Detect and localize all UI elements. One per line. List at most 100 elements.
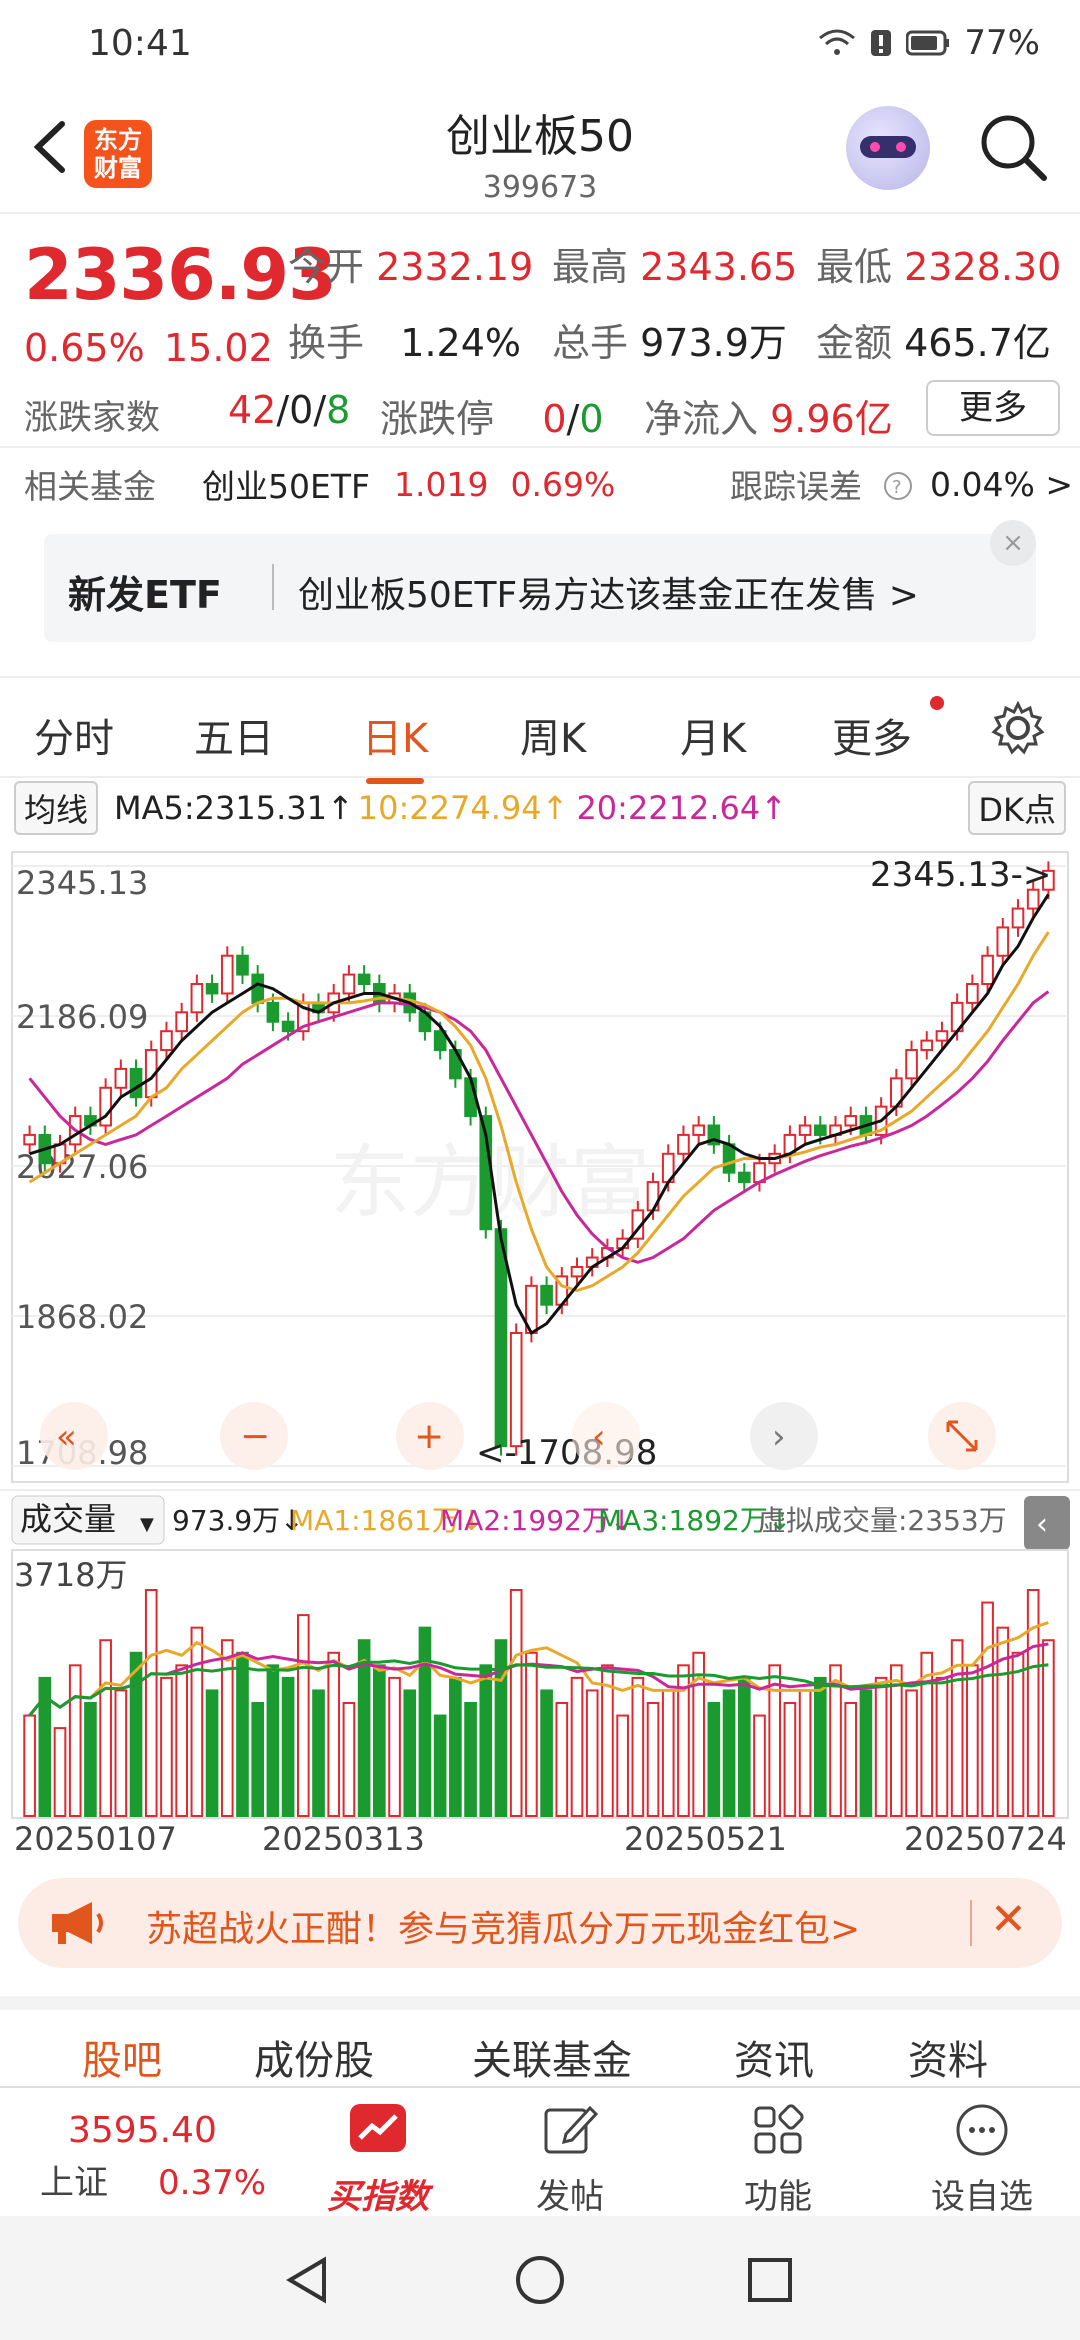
candle-body <box>813 1124 827 1136</box>
search-icon[interactable] <box>974 108 1054 188</box>
svg-text:+: + <box>414 1416 444 1457</box>
tab-daily-k[interactable]: 日K <box>362 706 428 784</box>
volume-bar <box>540 1689 553 1818</box>
tab-intraday[interactable]: 分时 <box>34 706 114 764</box>
candle-body <box>540 1284 553 1306</box>
tab-profile[interactable]: 资料 <box>908 2028 988 2086</box>
y-tick-label: 2186.09 <box>16 998 148 1036</box>
nav-home-icon[interactable] <box>514 2254 566 2306</box>
tab-monthly-k[interactable]: 月K <box>680 706 746 764</box>
candle-body <box>114 1067 128 1089</box>
promo-close-icon[interactable]: ✕ <box>990 1894 1027 1945</box>
volume-max-label: 3718万 <box>14 1556 127 1594</box>
volume-value: 973.9万↓ <box>172 1504 304 1537</box>
volume-bar <box>403 1689 417 1818</box>
scroll-right-button[interactable]: › <box>750 1402 818 1470</box>
volume-bar <box>23 1714 36 1817</box>
turnover-field: 换手 1.24% <box>288 321 521 365</box>
tab-more[interactable]: 更多 <box>832 706 912 764</box>
candle-body <box>1011 907 1025 929</box>
help-icon[interactable]: ? <box>882 470 914 502</box>
rewind-button[interactable]: « <box>40 1402 108 1470</box>
volume-bar <box>449 1676 462 1818</box>
max-price-label: 2345.13-> <box>870 855 1051 895</box>
tab-guba[interactable]: 股吧 <box>82 2028 162 2102</box>
tracking-error-value: 0.04% > <box>930 464 1073 504</box>
new-etf-banner[interactable]: 新发ETF 创业板50ETF易方达该基金正在发售 > × <box>44 520 1036 642</box>
tab-five-day[interactable]: 五日 <box>194 706 274 764</box>
ai-assistant-avatar-icon[interactable] <box>846 106 930 190</box>
volume-field: 总手 973.9万 <box>552 321 787 365</box>
volume-bar <box>236 1651 249 1817</box>
notification-dot <box>930 696 944 710</box>
svg-text:▼: ▼ <box>140 1514 154 1535</box>
kline-chart[interactable]: 东方财富 2345.132186.092027.061868.021708.98… <box>0 850 1080 1850</box>
candle-body <box>205 983 219 995</box>
volume-bar <box>768 1664 782 1817</box>
breadth-label: 涨跌家数 <box>24 398 160 438</box>
alert-icon <box>871 30 892 56</box>
scroll-left-button[interactable]: ‹ <box>572 1402 640 1470</box>
gear-icon[interactable] <box>990 700 1046 756</box>
candle-body <box>266 1001 280 1023</box>
high-field: 最高 2343.65 <box>552 245 798 289</box>
volume-bar <box>722 1689 736 1818</box>
clock: 10:41 <box>88 22 192 64</box>
x-date-label: 20250521 <box>624 1820 787 1850</box>
zoom-out-button[interactable]: − <box>220 1402 288 1470</box>
volume-bar <box>661 1689 675 1818</box>
volume-bar <box>190 1626 204 1818</box>
candle-body <box>570 1265 584 1278</box>
volume-bar <box>144 1589 158 1817</box>
volume-bar <box>585 1689 599 1818</box>
y-tick-label: 2345.13 <box>16 864 148 902</box>
more-button[interactable]: 更多 <box>926 380 1060 436</box>
fund-price: 1.019 <box>393 464 489 504</box>
promo-banner[interactable]: 苏超战火正酣！参与竞猜瓜分万元现金红包> ✕ <box>18 1878 1062 1968</box>
nav-back-icon[interactable] <box>282 2254 332 2306</box>
tab-news[interactable]: 资讯 <box>734 2028 814 2086</box>
ma-indicator-row: 均线 MA5:2315.31↑ 10:2274.94↑ 20:2212.64↑ … <box>0 778 1080 838</box>
megaphone-icon <box>52 1902 103 1944</box>
status-bar: 10:41 77% <box>0 0 1080 86</box>
netflow-field: 净流入 9.96亿 <box>644 397 893 441</box>
ma-selector[interactable]: 均线 <box>14 781 99 835</box>
fullscreen-button[interactable] <box>928 1402 996 1470</box>
open-field: 今开 2332.19 <box>288 245 534 289</box>
volume-bar <box>433 1714 447 1817</box>
shanghai-index-widget[interactable]: 3595.40 上证 0.37% <box>40 2110 270 2204</box>
volume-bar <box>890 1664 903 1817</box>
buy-chart-icon <box>350 2104 406 2152</box>
svg-text:«: « <box>56 1417 77 1457</box>
dk-point-button[interactable]: DK点 <box>968 781 1066 835</box>
volume-bar <box>981 1601 994 1817</box>
volume-bar <box>631 1676 645 1818</box>
banner-close-icon[interactable]: × <box>990 520 1036 566</box>
add-watchlist-button[interactable]: 设自选 <box>922 2100 1042 2218</box>
function-button[interactable]: 功能 <box>728 2100 828 2218</box>
volume-bar <box>783 1702 797 1817</box>
nav-recents-icon[interactable] <box>746 2256 794 2304</box>
tab-weekly-k[interactable]: 周K <box>520 706 586 764</box>
post-button[interactable]: 发帖 <box>520 2100 620 2218</box>
volume-bar <box>373 1664 386 1817</box>
volume-bar <box>813 1676 827 1818</box>
tab-components[interactable]: 成份股 <box>254 2028 374 2086</box>
volume-bar <box>388 1676 401 1818</box>
candle-body <box>935 1030 949 1042</box>
zoom-in-button[interactable]: + <box>396 1402 464 1470</box>
fund-name[interactable]: 创业50ETF <box>202 460 370 508</box>
sh-price: 3595.40 <box>68 2110 217 2151</box>
x-date-label: 20250313 <box>262 1820 425 1850</box>
candle-body <box>129 1067 143 1099</box>
related-fund-row[interactable]: 相关基金 创业50ETF 1.019 0.69% 跟踪误差 ? 0.04% > <box>0 446 1080 520</box>
buy-index-button[interactable]: 买指数 <box>318 2100 438 2218</box>
ma10-value: 10:2274.94↑ <box>357 789 569 827</box>
content-tabs: 股吧 成份股 关联基金 资讯 资料 <box>0 1996 1080 2102</box>
tab-related-funds[interactable]: 关联基金 <box>472 2028 632 2086</box>
app-header: 东方 财富 创业板50 399673 <box>0 86 1080 214</box>
volume-bar <box>464 1702 477 1817</box>
candle-body <box>281 1020 295 1033</box>
volume-bar <box>53 1727 67 1817</box>
candle-body <box>920 1039 934 1052</box>
